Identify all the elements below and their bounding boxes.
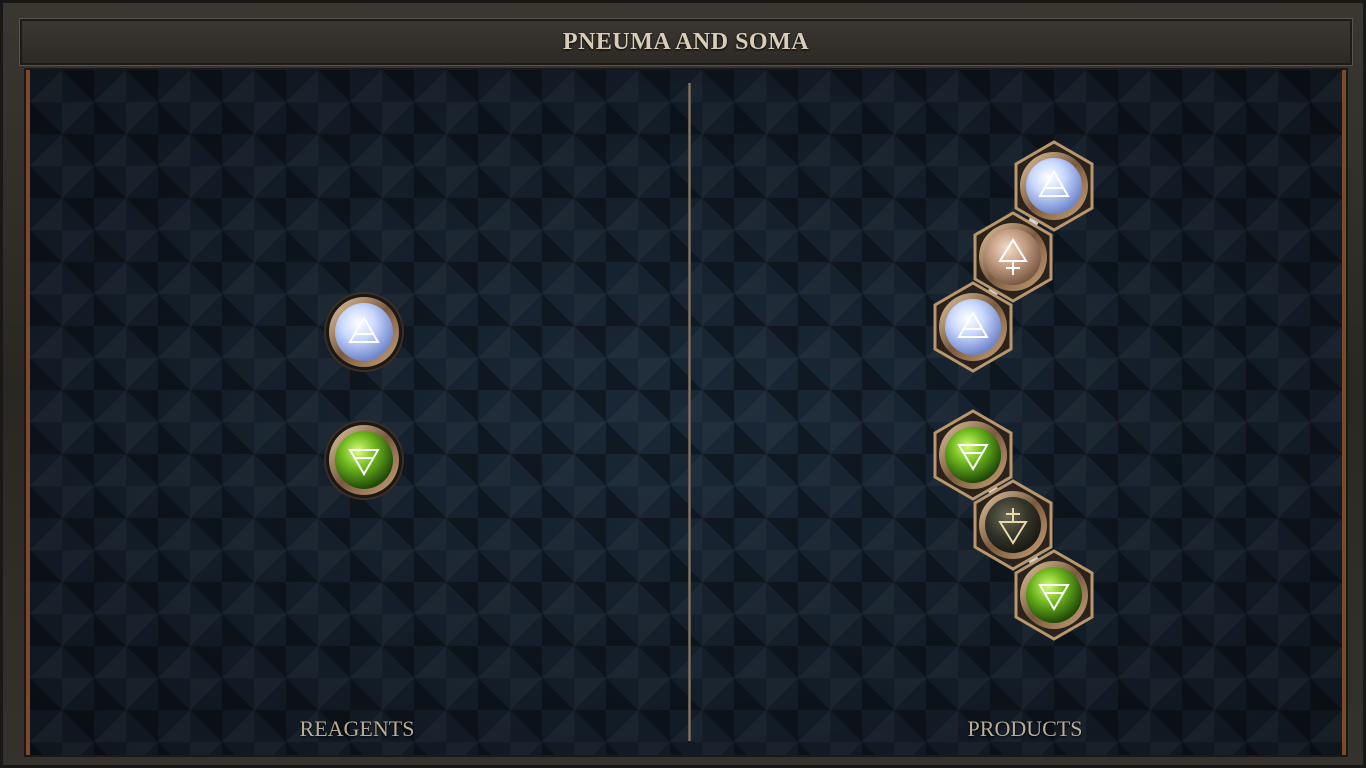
product-earth-atom-bottom bbox=[1014, 549, 1094, 641]
atoms-canvas bbox=[324, 140, 1094, 641]
product-pneuma-atom bbox=[973, 211, 1053, 303]
product-soma-atom bbox=[973, 479, 1053, 571]
reagents-label: REAGENTS bbox=[299, 716, 415, 741]
product-molecule-earth-soma-earth[interactable] bbox=[933, 409, 1094, 641]
puzzle-board: REAGENTS PRODUCTS bbox=[24, 68, 1348, 757]
reagent-air-atom[interactable] bbox=[324, 292, 404, 372]
puzzle-title: PNEUMA AND SOMA bbox=[562, 28, 810, 55]
product-air-atom-top bbox=[1014, 140, 1094, 232]
product-earth-atom-top bbox=[933, 409, 1013, 501]
products-label: PRODUCTS bbox=[967, 716, 1083, 741]
reagent-earth-atom[interactable] bbox=[324, 420, 404, 500]
product-air-atom-bottom bbox=[933, 281, 1013, 373]
product-molecule-air-pneuma-air[interactable] bbox=[933, 140, 1094, 373]
title-bar: PNEUMA AND SOMA bbox=[19, 18, 1353, 66]
game-frame: PNEUMA AND SOMA REAGENTS PRODUCTS bbox=[0, 0, 1366, 768]
